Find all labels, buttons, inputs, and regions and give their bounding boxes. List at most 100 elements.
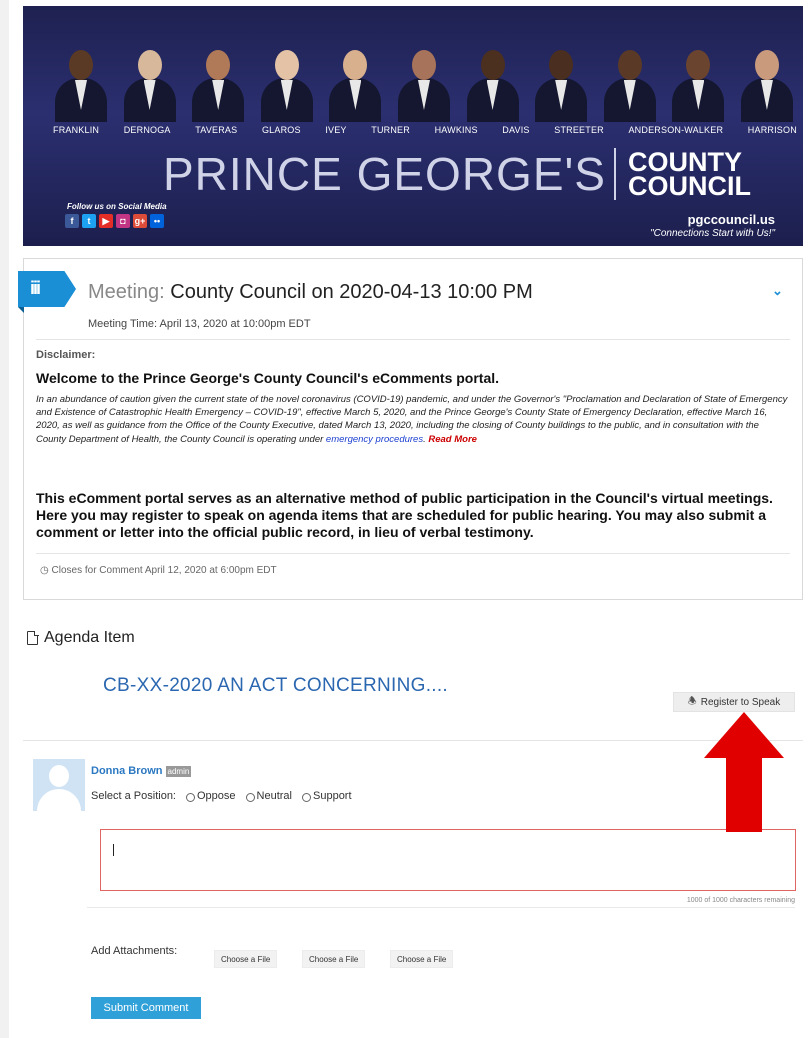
meeting-title: Meeting: County Council on 2020-04-13 10… bbox=[88, 281, 533, 304]
choose-file-button-3[interactable]: Choose a File bbox=[390, 950, 454, 968]
council-member-name: GLAROS bbox=[261, 125, 301, 135]
meeting-time: Meeting Time: April 13, 2020 at 10:00pm … bbox=[88, 318, 311, 330]
council-member-name: HAWKINS bbox=[434, 125, 478, 135]
emergency-procedures-link[interactable]: emergency procedures bbox=[326, 434, 423, 445]
banner-title: PRINCE GEORGE'S COUNTY COUNCIL bbox=[163, 142, 751, 206]
choose-file-button-1[interactable]: Choose a File bbox=[214, 950, 278, 968]
agenda-heading-text: Agenda Item bbox=[44, 629, 135, 646]
site-url: pgccouncil.us bbox=[687, 212, 775, 227]
divider bbox=[36, 339, 790, 340]
closes-text: Closes for Comment April 12, 2020 at 6:0… bbox=[51, 565, 277, 576]
user-name: Donna Brown admin bbox=[91, 765, 192, 777]
facebook-icon[interactable]: f bbox=[65, 214, 79, 228]
people-icon: iii bbox=[30, 278, 41, 298]
neutral-radio[interactable]: Neutral bbox=[245, 790, 292, 802]
council-member-name: IVEY bbox=[325, 125, 347, 135]
council-member-photo bbox=[190, 46, 245, 122]
characters-remaining: 1000 of 1000 characters remaining bbox=[686, 897, 795, 904]
member-head bbox=[754, 50, 779, 80]
avatar bbox=[33, 759, 85, 811]
closes-for-comment: ◷ Closes for Comment April 12, 2020 at 6… bbox=[40, 565, 277, 576]
member-head bbox=[343, 50, 368, 80]
member-head bbox=[274, 50, 299, 80]
position-label: Select a Position: bbox=[91, 790, 176, 802]
council-member-photo bbox=[533, 46, 588, 122]
council-member-name: HARRISON bbox=[747, 125, 797, 135]
council-member-name: DAVIS bbox=[502, 125, 530, 135]
council-member-photo bbox=[396, 46, 450, 122]
council-member-photo bbox=[670, 46, 725, 122]
page: FRANKLIN DERNOGA TAVERAS GLAROS IVEY TURNER HA… bbox=[9, 0, 812, 1038]
divider bbox=[87, 907, 795, 908]
member-head bbox=[617, 50, 642, 80]
disclaimer-label: Disclaimer: bbox=[36, 349, 96, 361]
council-member-photo bbox=[259, 46, 313, 122]
meeting-name: County Council on 2020-04-13 10:00 PM bbox=[170, 281, 533, 303]
member-head bbox=[480, 50, 505, 80]
divider bbox=[36, 553, 790, 554]
arrow-shape bbox=[704, 712, 784, 832]
document-icon bbox=[27, 630, 39, 645]
council-member-photo bbox=[739, 46, 793, 122]
admin-badge: admin bbox=[165, 765, 192, 777]
chevron-down-icon[interactable]: ⌄ bbox=[772, 283, 784, 298]
council-member-name: TAVERAS bbox=[195, 125, 238, 135]
red-arrow-annotation bbox=[704, 712, 784, 832]
council-banner: FRANKLIN DERNOGA TAVERAS GLAROS IVEY TURNER HA… bbox=[23, 6, 803, 246]
portal-description: This eComment portal serves as an altern… bbox=[36, 490, 773, 540]
member-head bbox=[686, 50, 711, 80]
attachments-label: Add Attachments: bbox=[91, 945, 178, 957]
meeting-ribbon: iii bbox=[18, 271, 76, 307]
text-caret bbox=[113, 844, 114, 856]
member-head bbox=[549, 50, 574, 80]
meeting-label: Meeting: bbox=[88, 281, 165, 303]
agenda-heading: Agenda Item bbox=[27, 629, 135, 647]
user-name-text[interactable]: Donna Brown bbox=[91, 765, 163, 777]
clock-icon: ◷ bbox=[40, 565, 49, 576]
social-icons: f t ▶ ◘ g+ •• bbox=[65, 214, 164, 228]
member-head bbox=[69, 50, 93, 80]
council-member-name: STREETER bbox=[554, 125, 604, 135]
banner-title-divider bbox=[613, 148, 616, 200]
member-head bbox=[206, 50, 231, 80]
banner-title-left: PRINCE GEORGE'S bbox=[163, 148, 606, 200]
read-more-link[interactable]: Read More bbox=[428, 434, 477, 445]
banner-title-council: COUNCIL bbox=[627, 171, 751, 201]
twitter-icon[interactable]: t bbox=[82, 214, 96, 228]
youtube-icon[interactable]: ▶ bbox=[99, 214, 113, 228]
instagram-icon[interactable]: ◘ bbox=[116, 214, 130, 228]
google-plus-icon[interactable]: g+ bbox=[133, 214, 147, 228]
tagline: "Connections Start with Us!" bbox=[650, 228, 775, 239]
banner-title-right: COUNTY COUNCIL bbox=[627, 149, 751, 201]
council-member-name: ANDERSON-WALKER bbox=[628, 125, 724, 135]
register-to-speak-button[interactable]: 🕭︎ Register to Speak bbox=[673, 692, 795, 712]
oppose-radio[interactable]: Oppose bbox=[186, 790, 236, 802]
avatar-body bbox=[37, 789, 81, 811]
meeting-panel: iii Meeting: County Council on 2020-04-1… bbox=[18, 258, 803, 600]
ribbon-tail bbox=[18, 307, 24, 313]
council-member-name: DERNOGA bbox=[123, 125, 171, 135]
council-member-photo bbox=[465, 46, 519, 122]
council-member-photos bbox=[53, 46, 793, 122]
agenda-item-title[interactable]: CB-XX-2020 AN ACT CONCERNING.... bbox=[103, 675, 448, 697]
council-member-name: TURNER bbox=[371, 125, 410, 135]
comment-form: Donna Brown admin Select a Position: Opp… bbox=[23, 740, 803, 1038]
member-head bbox=[411, 50, 436, 80]
choose-file-button-2[interactable]: Choose a File bbox=[302, 950, 366, 968]
council-member-photo bbox=[602, 46, 656, 122]
submit-comment-button[interactable]: Submit Comment bbox=[91, 997, 201, 1019]
flickr-icon[interactable]: •• bbox=[150, 214, 164, 228]
disclaimer-period: . bbox=[423, 433, 426, 445]
council-member-names: FRANKLIN DERNOGA TAVERAS GLAROS IVEY TURNER HA… bbox=[53, 125, 797, 135]
welcome-heading: Welcome to the Prince George's County Co… bbox=[36, 370, 500, 386]
council-member-photo bbox=[122, 46, 176, 122]
council-member-name: FRANKLIN bbox=[53, 125, 100, 135]
bell-icon: 🕭︎ bbox=[687, 695, 697, 707]
disclaimer-text: In an abundance of caution given the cur… bbox=[36, 393, 788, 446]
support-radio[interactable]: Support bbox=[302, 790, 352, 802]
comment-textarea[interactable] bbox=[100, 829, 796, 891]
register-label: Register to Speak bbox=[700, 696, 781, 708]
council-member-photo bbox=[327, 46, 382, 122]
member-head bbox=[137, 50, 162, 80]
social-label: Follow us on Social Media bbox=[67, 202, 167, 211]
